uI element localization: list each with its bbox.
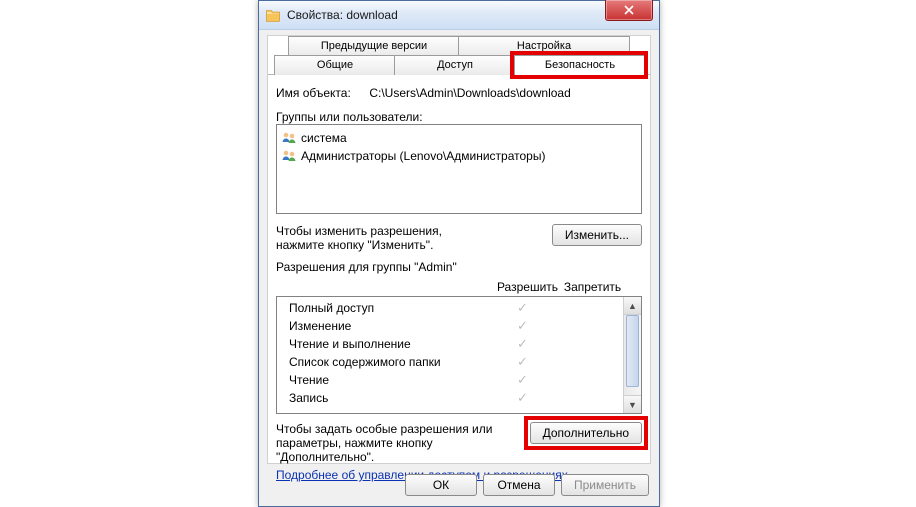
scroll-up-arrow[interactable]: ▲ bbox=[624, 297, 641, 315]
dialog-client: Предыдущие версии Настройка Общие Доступ… bbox=[267, 35, 651, 464]
advanced-button[interactable]: Дополнительно bbox=[530, 422, 642, 444]
tabstrip: Предыдущие версии Настройка Общие Доступ… bbox=[268, 36, 650, 75]
table-row: Чтение ✓ bbox=[281, 371, 620, 389]
tab-general[interactable]: Общие bbox=[274, 55, 396, 75]
dialog-footer: ОК Отмена Применить bbox=[259, 464, 659, 506]
close-icon bbox=[624, 5, 634, 15]
ok-button[interactable]: ОК bbox=[405, 474, 477, 496]
check-icon: ✓ bbox=[490, 336, 555, 352]
advanced-hint: Чтобы задать особые разрешения или парам… bbox=[276, 422, 524, 464]
object-name-label: Имя объекта: bbox=[276, 86, 366, 100]
permissions-header: Разрешить Запретить bbox=[276, 280, 642, 294]
properties-dialog: Свойства: download Предыдущие версии Нас… bbox=[258, 0, 660, 507]
check-icon: ✓ bbox=[490, 318, 555, 334]
scroll-down-arrow[interactable]: ▼ bbox=[624, 395, 641, 413]
tab-security[interactable]: Безопасность bbox=[514, 55, 646, 75]
table-row: Запись ✓ bbox=[281, 389, 620, 407]
deny-column-header: Запретить bbox=[560, 280, 625, 294]
scrollbar[interactable]: ▲ ▼ bbox=[623, 297, 641, 413]
object-name-value: C:\Users\Admin\Downloads\download bbox=[369, 86, 570, 100]
check-icon: ✓ bbox=[490, 390, 555, 406]
object-name-row: Имя объекта: C:\Users\Admin\Downloads\do… bbox=[276, 86, 642, 100]
tab-customize[interactable]: Настройка bbox=[458, 36, 630, 56]
groups-listbox[interactable]: система Администраторы (Lenovo\Администр… bbox=[276, 124, 642, 214]
table-row: Полный доступ ✓ bbox=[281, 299, 620, 317]
allow-column-header: Разрешить bbox=[495, 280, 560, 294]
check-icon: ✓ bbox=[490, 372, 555, 388]
permissions-listbox: Полный доступ ✓ Изменение ✓ Чтение и вып… bbox=[276, 296, 642, 414]
users-group-icon bbox=[281, 130, 297, 146]
edit-button[interactable]: Изменить... bbox=[552, 224, 642, 246]
list-item-label: система bbox=[301, 131, 347, 145]
close-button[interactable] bbox=[605, 0, 653, 21]
window-title: Свойства: download bbox=[287, 8, 398, 22]
titlebar[interactable]: Свойства: download bbox=[259, 1, 659, 30]
list-item-label: Администраторы (Lenovo\Администраторы) bbox=[301, 149, 545, 163]
scroll-thumb[interactable] bbox=[626, 315, 639, 387]
tab-previous-versions[interactable]: Предыдущие версии bbox=[288, 36, 460, 56]
list-item[interactable]: система bbox=[281, 129, 637, 147]
check-icon: ✓ bbox=[490, 300, 555, 316]
list-item[interactable]: Администраторы (Lenovo\Администраторы) bbox=[281, 147, 637, 165]
table-row: Изменение ✓ bbox=[281, 317, 620, 335]
groups-label: Группы или пользователи: bbox=[276, 110, 642, 124]
table-row: Чтение и выполнение ✓ bbox=[281, 335, 620, 353]
security-tab-body: Имя объекта: C:\Users\Admin\Downloads\do… bbox=[276, 80, 642, 457]
permissions-for-label: Разрешения для группы "Admin" bbox=[276, 260, 642, 274]
folder-icon bbox=[265, 7, 281, 23]
cancel-button[interactable]: Отмена bbox=[483, 474, 555, 496]
edit-hint: Чтобы изменить разрешения, нажмите кнопк… bbox=[276, 224, 476, 252]
users-group-icon bbox=[281, 148, 297, 164]
tab-sharing[interactable]: Доступ bbox=[394, 55, 516, 75]
check-icon: ✓ bbox=[490, 354, 555, 370]
apply-button[interactable]: Применить bbox=[561, 474, 649, 496]
table-row: Список содержимого папки ✓ bbox=[281, 353, 620, 371]
